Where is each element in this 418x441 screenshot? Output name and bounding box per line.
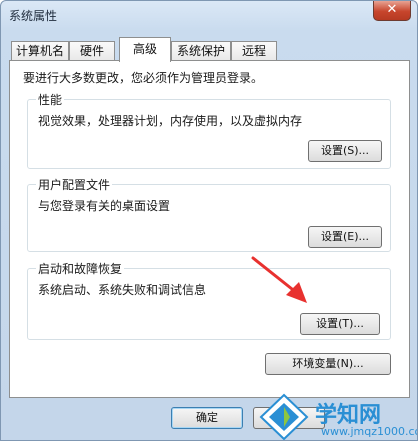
system-properties-window: 系统属性 ✕ 计算机名 硬件 高级 系统保护 远程 要进行大多数更改，您必须作为… [0, 0, 418, 441]
watermark-site-url: www.jmqz1000.com [321, 425, 417, 438]
tab-advanced[interactable]: 高级 [119, 37, 171, 62]
watermark-logo-icon [259, 393, 309, 440]
red-arrow-annotation [251, 256, 307, 303]
